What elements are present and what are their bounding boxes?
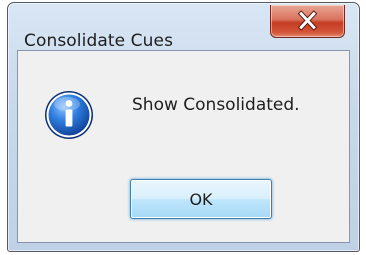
message-dialog: Consolidate Cues Show Consolidated. OK bbox=[7, 2, 360, 252]
screen: Consolidate Cues Show Consolidated. OK bbox=[0, 0, 366, 255]
information-icon bbox=[45, 91, 93, 139]
message-text: Show Consolidated. bbox=[132, 95, 300, 115]
window-title: Consolidate Cues bbox=[24, 31, 174, 51]
title-bar[interactable]: Consolidate Cues bbox=[8, 3, 359, 51]
close-button[interactable] bbox=[270, 5, 345, 38]
close-icon bbox=[297, 10, 318, 31]
dialog-body: Show Consolidated. OK bbox=[17, 50, 350, 243]
ok-button[interactable]: OK bbox=[130, 179, 272, 219]
